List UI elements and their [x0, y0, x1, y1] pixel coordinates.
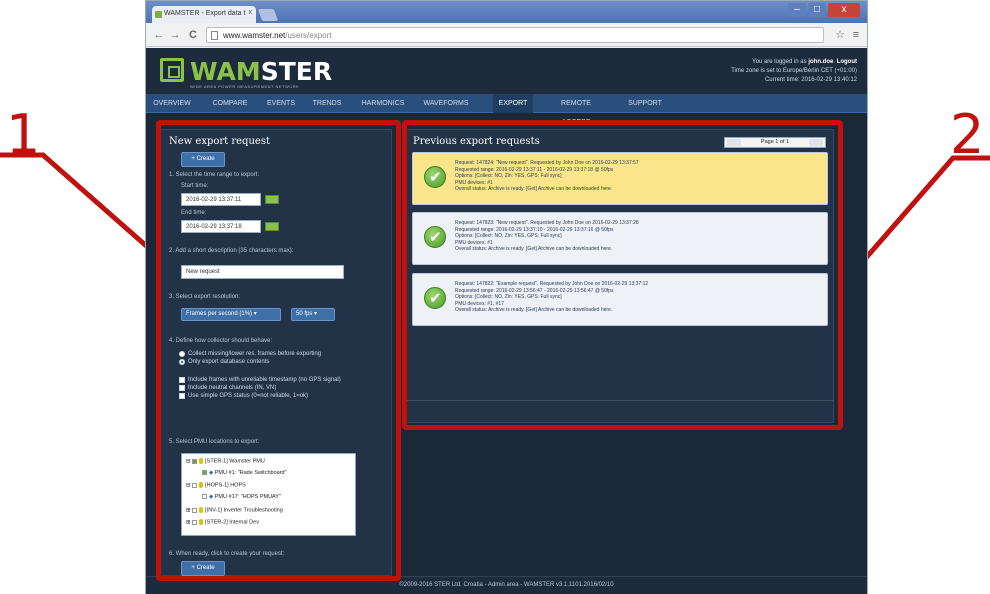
favicon-icon [155, 11, 162, 18]
page-icon [211, 31, 218, 40]
wamster-logo-icon [160, 58, 184, 82]
tab-close-icon[interactable]: x [249, 9, 253, 16]
tab-title: WAMSTER - Export data t [164, 10, 246, 17]
menu-overview[interactable]: OVERVIEW [152, 94, 192, 113]
menu-events[interactable]: EVENTS [264, 94, 298, 113]
browser-tab[interactable]: WAMSTER - Export data t x [152, 6, 256, 23]
logout-link[interactable]: Logout [837, 59, 857, 65]
url-input[interactable]: www.wamster.net/users/export [206, 27, 824, 43]
address-bar: ← → C www.wamster.net/users/export ☆ ≡ [146, 23, 867, 47]
close-window-button[interactable]: x [828, 3, 860, 17]
menu-compare[interactable]: COMPARE [210, 94, 250, 113]
current-time-line: Current time: 2016-02-29 13:40:12 [764, 77, 857, 83]
back-icon[interactable]: ← [152, 28, 166, 42]
menu-trends[interactable]: TRENDS [310, 94, 344, 113]
annotation-box-2 [402, 120, 843, 430]
user-name: john.doe [808, 59, 834, 65]
user-line-prefix: You are logged in as [752, 59, 807, 65]
site-tagline: WIDE AREA POWER MEASUREMENT NETWORK [190, 84, 300, 89]
site-header: WAMSTER WIDE AREA POWER MEASUREMENT NETW… [146, 48, 867, 94]
browser-menu-icon[interactable]: ≡ [849, 28, 863, 42]
menu-support[interactable]: SUPPORT [624, 94, 666, 113]
menu-export[interactable]: EXPORT [493, 94, 533, 113]
reload-icon[interactable]: C [186, 28, 200, 42]
user-info: You are logged in as john.doe. Logout Ti… [731, 59, 857, 83]
timezone-line: Time zone is set to Europe/Berlin CET (+… [731, 68, 857, 74]
main-menu: OVERVIEW COMPARE EVENTS TRENDS HARMONICS… [146, 94, 867, 126]
minimize-button[interactable]: – [788, 3, 806, 17]
menu-harmonics[interactable]: HARMONICS [360, 94, 406, 113]
url-path: /users/export [285, 31, 332, 40]
annotation-box-1 [156, 120, 401, 581]
site-logo[interactable]: WAMSTER [190, 57, 332, 86]
menu-waveforms[interactable]: WAVEFORMS [422, 94, 470, 113]
callout-leader-1 [0, 152, 162, 260]
logo-suffix: STER [260, 57, 333, 86]
menu-remote-access[interactable]: REMOTE ACCESS [546, 94, 606, 126]
forward-icon[interactable]: → [168, 28, 182, 42]
logo-prefix: WAM [190, 57, 261, 86]
browser-titlebar: WAMSTER - Export data t x – □ x [146, 1, 867, 23]
url-host: www.wamster.net [223, 31, 286, 40]
new-tab-button[interactable] [257, 9, 279, 21]
maximize-button[interactable]: □ [808, 3, 826, 17]
bookmark-star-icon[interactable]: ☆ [833, 28, 847, 42]
